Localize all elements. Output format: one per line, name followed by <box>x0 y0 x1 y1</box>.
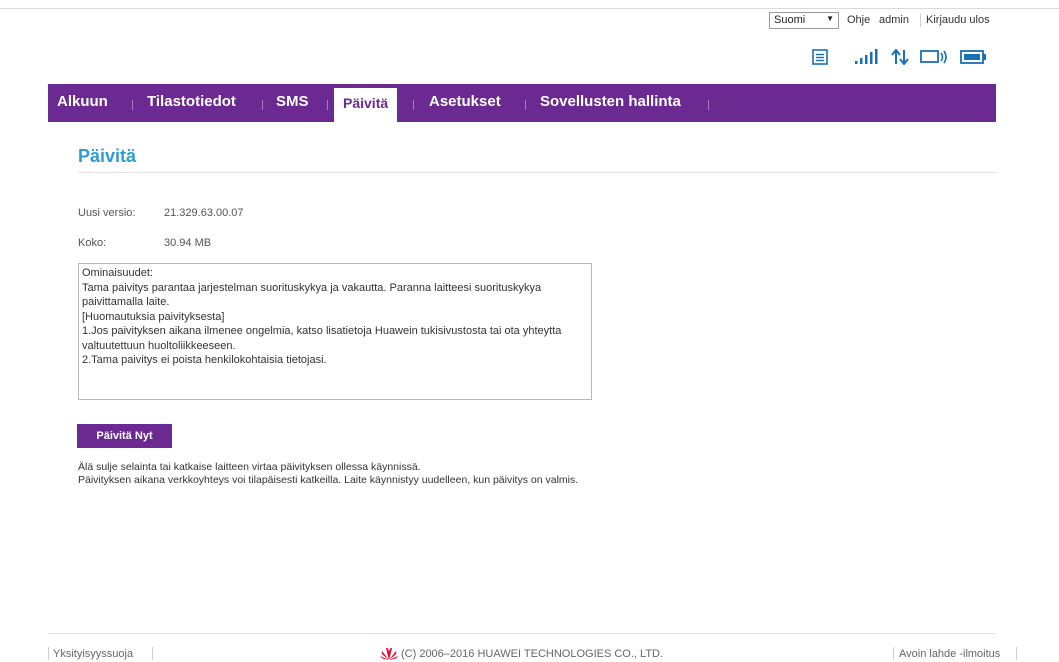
main-nav: Alkuun Tilastotiedot SMS Päivitä Asetuks… <box>48 84 996 122</box>
user-name: admin <box>879 14 909 26</box>
data-transfer-icon <box>891 49 909 65</box>
open-source-notice-link[interactable]: Avoin lahde -ilmoitus <box>899 648 1000 660</box>
update-now-button[interactable]: Päivitä Nyt <box>77 424 172 448</box>
release-notes-line: Ominaisuudet: <box>82 267 153 279</box>
sms-icon[interactable] <box>812 49 828 65</box>
tab-sms[interactable]: SMS <box>276 84 309 122</box>
tab-sovellusten-hallinta[interactable]: Sovellusten hallinta <box>540 84 681 122</box>
logout-link[interactable]: Kirjaudu ulos <box>926 14 990 26</box>
size-value: 30.94 MB <box>164 237 212 249</box>
huawei-logo-icon <box>380 647 398 660</box>
footer-divider <box>48 633 996 634</box>
nav-divider <box>132 100 133 110</box>
footer-separator <box>152 647 153 660</box>
tab-asetukset[interactable]: Asetukset <box>429 84 501 122</box>
connection-icon <box>920 50 947 64</box>
tab-alkuun[interactable]: Alkuun <box>57 84 108 122</box>
nav-divider <box>525 100 526 110</box>
footer-separator <box>1016 647 1017 660</box>
header-separator <box>920 14 921 27</box>
release-notes-line: 1.Jos paivityksen aikana ilmenee ongelmi… <box>82 325 562 352</box>
release-notes-line: Tama paivitys parantaa jarjestelman suor… <box>82 281 542 309</box>
battery-icon <box>960 50 986 64</box>
nav-divider <box>327 100 328 110</box>
release-notes-line: 2.Tama paivitys ei poista henkilokohtais… <box>82 354 327 366</box>
title-divider <box>78 172 996 173</box>
help-link[interactable]: Ohje <box>847 14 870 26</box>
copyright-text: (C) 2006–2016 HUAWEI TECHNOLOGIES CO., L… <box>401 648 664 660</box>
size-label: Koko: <box>78 237 107 249</box>
footer-separator <box>893 647 894 660</box>
update-warning: Päivityksen aikana verkkoyhteys voi tila… <box>78 474 579 486</box>
tab-paivita[interactable]: Päivitä <box>334 88 398 122</box>
release-notes-box[interactable]: Ominaisuudet: Tama paivitys parantaa jar… <box>78 263 592 400</box>
language-select-value: Suomi <box>774 14 806 26</box>
signal-strength-icon <box>855 49 878 64</box>
top-divider <box>0 8 1059 9</box>
tab-tilastotiedot[interactable]: Tilastotiedot <box>147 84 236 122</box>
nav-divider <box>413 100 414 110</box>
page-title: Päivitä <box>78 146 137 166</box>
new-version-label: Uusi versio: <box>78 207 136 219</box>
footer-separator <box>48 647 49 660</box>
new-version-value: 21.329.63.00.07 <box>164 207 244 219</box>
release-notes-line: [Huomautuksia paivityksesta] <box>82 310 225 323</box>
nav-divider <box>708 100 709 110</box>
language-select[interactable]: Suomi ▼ <box>769 12 839 29</box>
update-warning: Älä sulje selainta tai katkaise laitteen… <box>78 461 421 473</box>
chevron-down-icon: ▼ <box>826 14 834 23</box>
privacy-link[interactable]: Yksityisyyssuoja <box>53 648 133 660</box>
nav-divider <box>262 100 263 110</box>
